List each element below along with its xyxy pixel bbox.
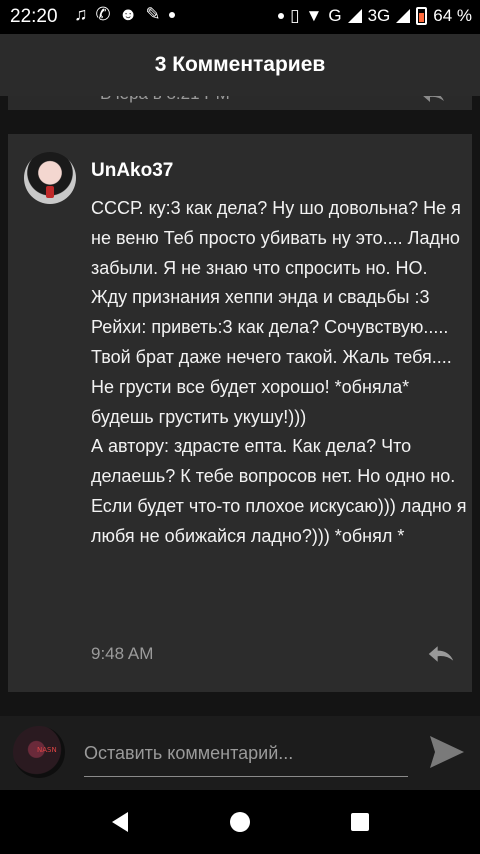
comment-input[interactable] bbox=[84, 730, 408, 777]
comment-card: UnAko37 СССР. ку:3 как дела? Ну шо довол… bbox=[8, 134, 472, 692]
send-arrow-icon[interactable] bbox=[426, 732, 466, 772]
comment-time: 9:48 AM bbox=[91, 644, 154, 663]
dot-icon bbox=[278, 13, 285, 19]
back-triangle-icon[interactable] bbox=[104, 806, 136, 838]
signal-icon bbox=[347, 9, 362, 23]
avatar[interactable] bbox=[24, 152, 76, 204]
music-note-icon: ♫ bbox=[74, 4, 88, 24]
navigation-bar bbox=[0, 790, 480, 854]
comment-username[interactable]: UnAko37 bbox=[91, 160, 173, 182]
user-avatar: NASN bbox=[13, 726, 65, 778]
page-title: 3 Комментариев bbox=[154, 53, 326, 76]
status-time: 22:20 bbox=[10, 6, 58, 27]
comments-list[interactable]: Вчера в 8:21 PM UnAko37 СССР. ку:3 как д… bbox=[0, 96, 480, 716]
wifi-icon: ▼ bbox=[305, 6, 323, 25]
comment-input-bar: NASN bbox=[0, 716, 480, 790]
avatar-text: NASN bbox=[37, 746, 57, 754]
network-type: G bbox=[328, 6, 342, 25]
home-circle-icon[interactable] bbox=[224, 806, 256, 838]
battery-icon bbox=[416, 7, 428, 25]
previous-comment: Вчера в 8:21 PM bbox=[8, 96, 472, 110]
comment-text: СССР. ку:3 как дела? Ну шо довольна? Не … bbox=[91, 198, 467, 546]
notification-dot-icon bbox=[168, 12, 175, 18]
battery-percent: 64 % bbox=[433, 6, 472, 25]
status-bar: 22:20 ♫ ✆ ☻ ✎ ▯ ▼ G 3G 64 % bbox=[0, 0, 480, 34]
broom-icon: ✎ bbox=[145, 4, 161, 24]
signal-icon-2 bbox=[396, 9, 411, 23]
previous-comment-time: Вчера в 8:21 PM bbox=[100, 96, 230, 104]
reply-icon[interactable] bbox=[426, 644, 456, 664]
header: 3 Комментариев bbox=[0, 34, 480, 96]
vibrate-icon: ▯ bbox=[290, 6, 300, 25]
reply-icon[interactable] bbox=[420, 96, 446, 104]
recents-square-icon[interactable] bbox=[344, 806, 376, 838]
status-right: ▯ ▼ G 3G 64 % bbox=[278, 6, 472, 26]
network-type-2: 3G bbox=[367, 6, 391, 25]
viber-icon: ✆ bbox=[95, 4, 111, 24]
panda-icon: ☻ bbox=[118, 4, 138, 24]
notification-icons: ♫ ✆ ☻ ✎ bbox=[74, 4, 175, 25]
